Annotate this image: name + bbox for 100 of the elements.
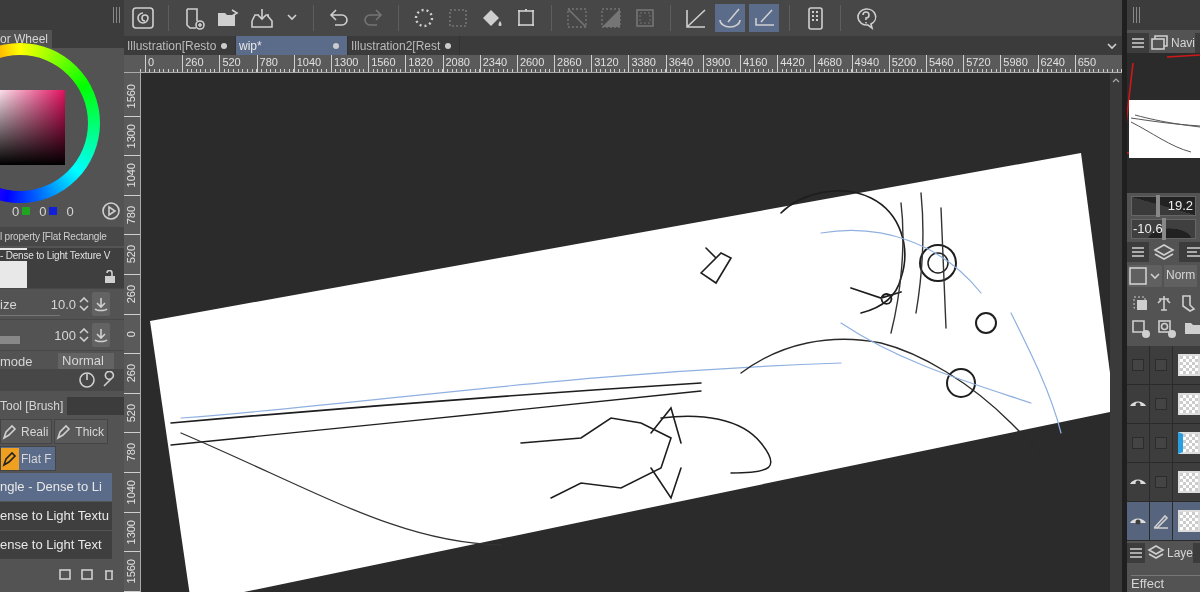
menu-icon[interactable] xyxy=(1131,37,1145,49)
ruler-label: 5720 xyxy=(963,55,1001,72)
pen-nib-icon xyxy=(1,447,19,470)
brush-name: - Dense to Light Texture V xyxy=(0,250,111,261)
layer-checkbox[interactable] xyxy=(1155,476,1167,488)
panel-tab[interactable]: Navi xyxy=(1149,33,1195,53)
layer-row[interactable] xyxy=(1127,346,1200,385)
ruler-label: 260 xyxy=(182,55,220,72)
ruler-label: 520 xyxy=(219,55,257,72)
number-field[interactable]: 10.0 xyxy=(50,296,76,312)
channel-value: 0 xyxy=(39,203,47,219)
layer-checkbox[interactable] xyxy=(1155,359,1167,371)
stack-icon[interactable] xyxy=(1131,294,1149,312)
copy-icon[interactable] xyxy=(58,568,72,580)
ruler-label: 3640 xyxy=(665,55,703,72)
channel-value: 0 xyxy=(12,203,20,219)
layer-stack-icon xyxy=(1147,544,1165,562)
brush-group-button[interactable]: Thick xyxy=(54,419,109,444)
ruler-label: 3380 xyxy=(628,55,666,72)
ruler-label: 4940 xyxy=(851,55,889,72)
ruler-label: 780 xyxy=(256,55,294,72)
effect-label: Effect xyxy=(1131,576,1167,591)
scrollbar[interactable] xyxy=(1110,73,1122,592)
slider-thumb[interactable] xyxy=(1161,218,1166,240)
ruler-label: 1560 xyxy=(125,559,137,584)
ruler-label: 2860 xyxy=(554,55,592,72)
close-dot-icon[interactable] xyxy=(445,42,451,49)
ruler-label: 6240 xyxy=(1037,55,1075,72)
ruler-label: 260 xyxy=(125,364,137,383)
layer-row[interactable] xyxy=(1127,385,1200,424)
setting-label: ize xyxy=(0,296,17,312)
blend-mode-dropdown[interactable]: Normal xyxy=(58,353,114,369)
layer-row[interactable] xyxy=(1127,424,1200,463)
ruler-label: 1300 xyxy=(330,55,369,72)
pen-curve-icon[interactable] xyxy=(715,4,745,32)
close-dot-icon[interactable] xyxy=(333,42,339,49)
brush-group-button[interactable]: Reali xyxy=(0,419,53,444)
ruler-label: 1820 xyxy=(405,55,443,72)
panel-tab[interactable]: Tool [Brush] xyxy=(0,397,68,415)
opacity-slider[interactable] xyxy=(0,336,20,344)
ruler-label: 5460 xyxy=(925,55,964,72)
layer-row[interactable] xyxy=(1127,463,1200,502)
ruler-label: 0 xyxy=(125,330,137,337)
brush-group-button[interactable]: Flat F xyxy=(0,446,56,471)
setting-label: mode xyxy=(0,354,33,369)
ruler-label: 2600 xyxy=(516,55,555,72)
ruler-label: 780 xyxy=(125,443,137,462)
slider[interactable]: 19.2 xyxy=(1131,196,1196,216)
ruler-label: 0 xyxy=(145,55,183,72)
menu-icon[interactable] xyxy=(1129,547,1143,559)
number-field[interactable]: 100 xyxy=(54,327,76,343)
brush-list-item[interactable]: ense to Light Text xyxy=(0,531,112,560)
visibility-checkbox[interactable] xyxy=(1132,437,1144,449)
layer-checkbox[interactable] xyxy=(1155,437,1167,449)
ruler-label: 1300 xyxy=(125,519,137,545)
windows-icon xyxy=(1151,35,1169,51)
ruler-label: 780 xyxy=(125,205,137,225)
panel-title: l property [Flat Rectangle xyxy=(0,227,124,246)
ruler-label: 4420 xyxy=(777,55,815,72)
saturation-square[interactable] xyxy=(0,90,65,165)
ruler-label: 520 xyxy=(125,245,137,264)
brush-list-item[interactable]: ense to Light Textu xyxy=(0,502,112,531)
spinner-icon[interactable] xyxy=(78,328,90,342)
slider[interactable]: -10.6 xyxy=(1131,219,1196,239)
spinner-icon[interactable] xyxy=(78,297,90,311)
ruler-label: 5200 xyxy=(888,55,926,72)
color-dropdown[interactable] xyxy=(1128,265,1162,287)
layer-row[interactable] xyxy=(1127,502,1200,541)
play-icon[interactable] xyxy=(102,202,120,220)
new-vector-layer-icon[interactable] xyxy=(1157,319,1177,339)
ruler-label: 1300 xyxy=(125,123,137,149)
channel-value: 0 xyxy=(66,203,74,219)
close-dot-icon[interactable] xyxy=(221,42,227,49)
download-icon[interactable] xyxy=(92,292,110,316)
slider-value: -10.6 xyxy=(1133,221,1163,236)
scroll-up-icon[interactable] xyxy=(1112,76,1120,84)
brush-list-item[interactable]: ngle - Dense to Li xyxy=(0,473,112,502)
menu-icon[interactable] xyxy=(1131,246,1145,258)
new-layer-icon[interactable] xyxy=(1131,319,1151,339)
layer-checkbox[interactable] xyxy=(1155,398,1167,410)
ruler-label: 520 xyxy=(125,403,137,423)
ruler-label: 1040 xyxy=(125,480,137,505)
panel-tab[interactable]: Laye xyxy=(1145,543,1194,563)
slider-value: 19.2 xyxy=(1167,198,1193,213)
ruler-label: 2080 xyxy=(442,55,480,72)
visibility-checkbox[interactable] xyxy=(1132,359,1144,371)
blend-mode-dropdown[interactable]: Norm xyxy=(1164,265,1198,287)
lock-icon[interactable] xyxy=(104,270,116,284)
pencil-icon xyxy=(1153,513,1169,529)
download-icon[interactable] xyxy=(92,323,110,347)
ruler-label: 1560 xyxy=(368,55,406,72)
ruler-label: 1040 xyxy=(125,163,137,188)
slider-thumb[interactable] xyxy=(1156,195,1161,217)
ruler-label: 260 xyxy=(125,285,137,304)
ruler-label: 2340 xyxy=(479,55,517,72)
ruler-label: 4680 xyxy=(814,55,852,72)
tab-label: Illustration[Resto xyxy=(127,38,217,53)
ruler-label: 3900 xyxy=(702,55,740,72)
layers-icon[interactable] xyxy=(1149,242,1179,262)
document-tab[interactable]: wip* xyxy=(236,36,348,55)
